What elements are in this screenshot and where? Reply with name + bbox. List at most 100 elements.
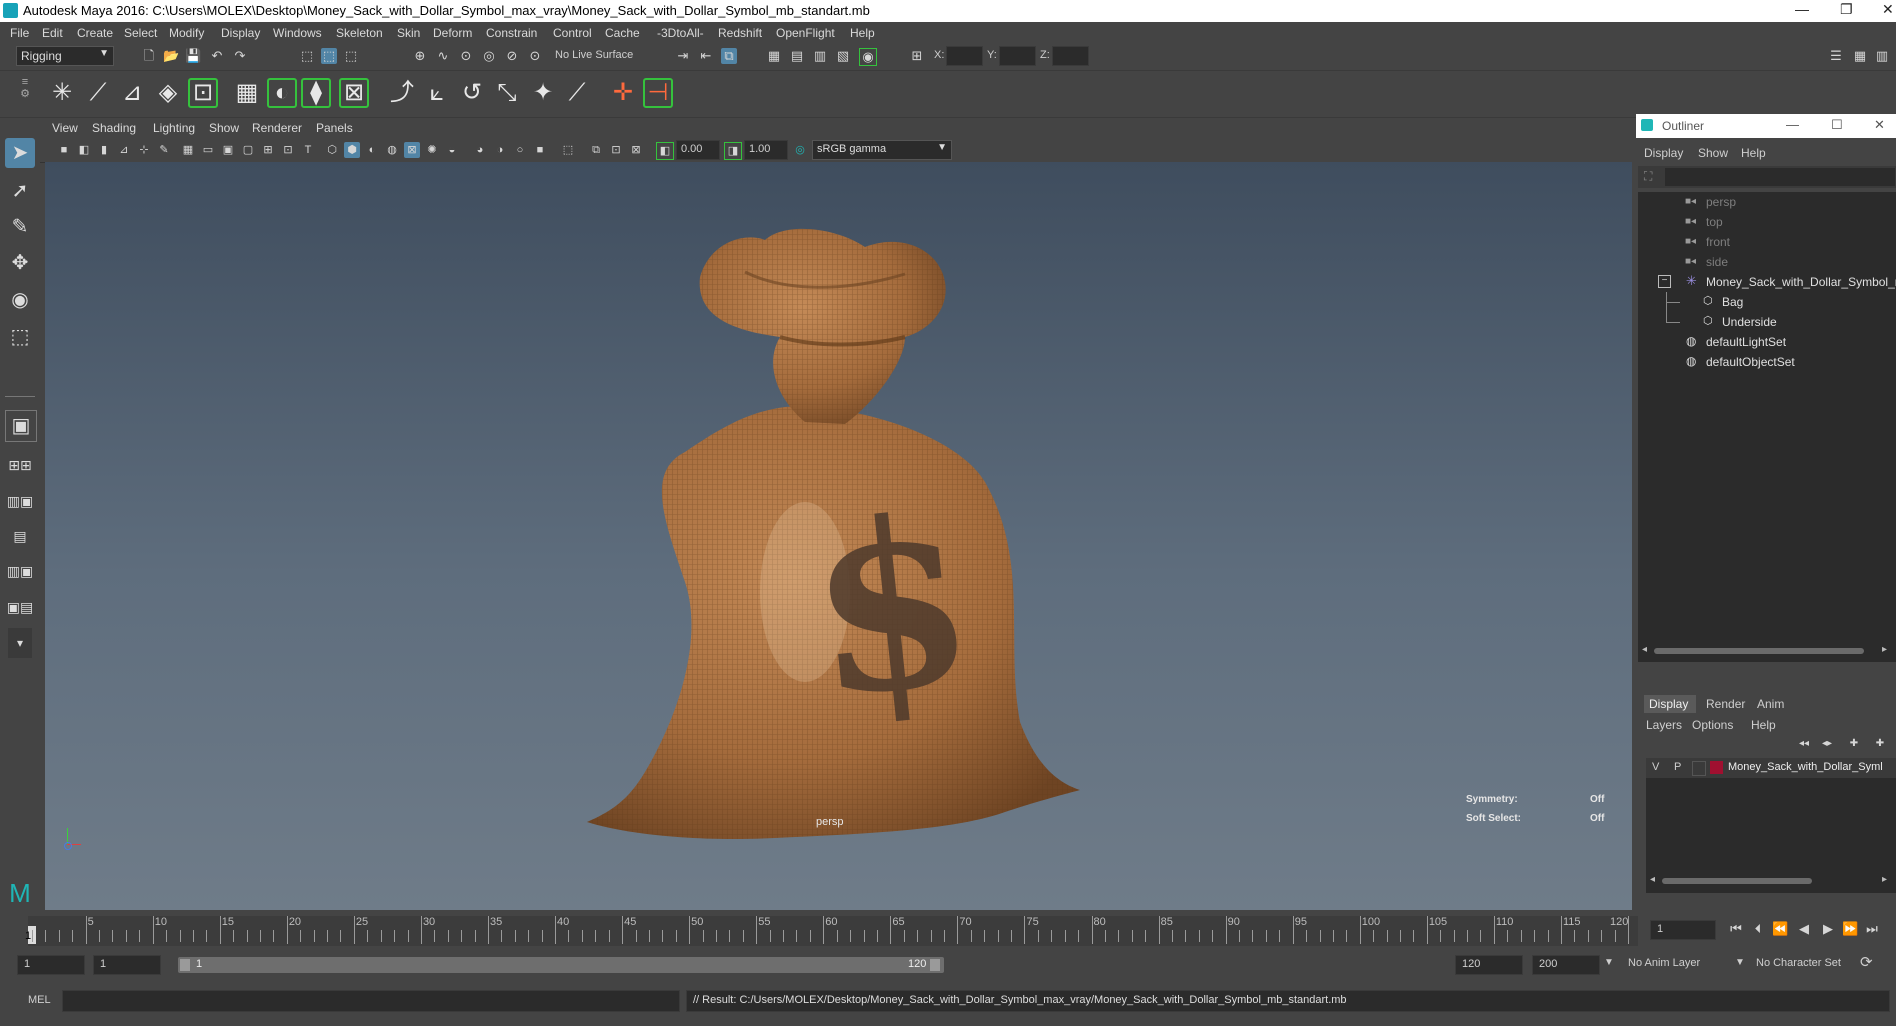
outliner-menu-help[interactable]: Help <box>1741 146 1766 160</box>
outliner-item-default-object-set[interactable]: ◍ defaultObjectSet <box>1638 352 1896 372</box>
bookmark-icon[interactable]: ▮ <box>96 142 112 158</box>
use-all-lights-icon[interactable]: ⊠ <box>404 142 420 158</box>
new-scene-icon[interactable]: 🗋 <box>141 48 157 64</box>
anti-aliasing-icon[interactable]: ◑ <box>492 142 508 158</box>
depth-of-field-icon[interactable]: ○ <box>512 142 528 158</box>
ambient-occlusion-icon[interactable]: ◒ <box>444 142 460 158</box>
select-hierarchy-icon[interactable]: ⬚ <box>299 48 315 64</box>
outliner-h-scrollbar[interactable]: ◂ ▸ <box>1642 644 1892 656</box>
menu-set-dropdown[interactable]: Rigging ▼ <box>16 46 114 66</box>
outliner-minimize-button[interactable]: — <box>1786 117 1799 132</box>
scrollbar-thumb[interactable] <box>1662 878 1812 884</box>
tab-display[interactable]: Display <box>1644 695 1696 713</box>
panel-menu-shading[interactable]: Shading <box>92 121 136 135</box>
go-to-start-icon[interactable]: ⏮ <box>1728 921 1744 937</box>
gamma-field[interactable]: 1.00 <box>744 140 788 160</box>
menu-redshift[interactable]: Redshift <box>718 26 762 40</box>
layer-row[interactable]: V P Money_Sack_with_Dollar_Syml <box>1646 758 1896 778</box>
rotate-tool-icon[interactable]: ◉ <box>5 285 35 315</box>
gamma-icon[interactable]: ◨ <box>724 142 742 160</box>
redo-icon[interactable]: ↷ <box>232 48 248 64</box>
aim-constraint-icon[interactable]: ✦ <box>528 78 558 108</box>
skin-bind-icon[interactable]: ◈ <box>153 78 183 108</box>
scale-tool-icon[interactable]: ⬚ <box>5 322 35 352</box>
textured-icon[interactable]: ◍ <box>384 142 400 158</box>
outliner-item-front[interactable]: ■◂ front <box>1638 232 1896 252</box>
menu-deform[interactable]: Deform <box>433 26 472 40</box>
save-scene-icon[interactable]: 💾 <box>185 48 201 64</box>
step-back-key-icon[interactable]: ⏴ <box>1750 921 1766 937</box>
new-layer-selected-icon[interactable]: ✚ <box>1872 736 1888 752</box>
grid-icon[interactable]: ▦ <box>180 142 196 158</box>
wrap-deformer-icon[interactable]: ◐ <box>267 78 297 108</box>
move-tool-icon[interactable]: ✥ <box>5 248 35 278</box>
y-field[interactable] <box>999 46 1036 66</box>
2d-pan-icon[interactable]: ⊹ <box>136 142 152 158</box>
panel-menu-view[interactable]: View <box>52 121 78 135</box>
camera-icon[interactable]: ■ <box>56 142 72 158</box>
field-chart-icon[interactable]: ⊞ <box>260 142 276 158</box>
persp-graph-layout-icon[interactable]: ▣▤ <box>5 592 35 622</box>
undo-icon[interactable]: ↶ <box>209 48 225 64</box>
range-slider[interactable]: 1 120 <box>178 957 944 973</box>
restore-button[interactable]: ❐ <box>1840 1 1853 18</box>
z-field[interactable] <box>1052 46 1089 66</box>
make-live-icon[interactable]: ⊙ <box>527 48 543 64</box>
xray-joints-icon[interactable]: ⧉ <box>588 142 604 158</box>
menu-edit[interactable]: Edit <box>42 26 63 40</box>
panel-menu-panels[interactable]: Panels <box>316 121 353 135</box>
menu-openflight[interactable]: OpenFlight <box>776 26 835 40</box>
safe-title-icon[interactable]: T <box>300 142 316 158</box>
cluster-icon[interactable]: ⊡ <box>188 78 218 108</box>
current-frame-field[interactable]: 1 <box>1650 920 1716 940</box>
channel-box-icon[interactable]: ▥ <box>1874 48 1890 64</box>
orient-constraint-icon[interactable]: ↺ <box>457 78 487 108</box>
outliner-item-side[interactable]: ■◂ side <box>1638 252 1896 272</box>
menu-help[interactable]: Help <box>850 26 875 40</box>
menu-skeleton[interactable]: Skeleton <box>336 26 383 40</box>
safe-action-icon[interactable]: ⊡ <box>280 142 296 158</box>
menu-skin[interactable]: Skin <box>397 26 420 40</box>
mirror-joint-icon[interactable]: ⊣ <box>643 78 673 108</box>
outliner-item-underside[interactable]: ⬡ Underside <box>1638 312 1896 332</box>
auto-key-icon[interactable]: ⟳ <box>1860 953 1873 971</box>
collapse-icon[interactable]: − <box>1658 275 1671 288</box>
outliner-item-money-sack-group[interactable]: − ✳ Money_Sack_with_Dollar_Symbol_ncl <box>1638 272 1896 292</box>
tab-render[interactable]: Render <box>1706 697 1745 711</box>
xray-icon[interactable]: ⬚ <box>560 142 576 158</box>
layer-playback-toggle[interactable]: P <box>1674 761 1681 773</box>
render-frame-icon[interactable]: ▤ <box>789 48 805 64</box>
play-forward-icon[interactable]: ▶ <box>1820 921 1836 937</box>
create-joint-icon[interactable]: ✳ <box>47 78 77 108</box>
outliner-item-default-light-set[interactable]: ◍ defaultLightSet <box>1638 332 1896 352</box>
start-time-field[interactable]: 1 <box>17 955 85 975</box>
tool-settings-icon[interactable]: ▦ <box>1852 48 1868 64</box>
joint-tool-icon[interactable]: ✛ <box>608 78 638 108</box>
sculpt-deformer-icon[interactable]: ⧫ <box>301 78 331 108</box>
smooth-shade-icon[interactable]: ⬢ <box>344 142 360 158</box>
snap-point-icon[interactable]: ⊙ <box>458 48 474 64</box>
transform-mode-icon[interactable]: ⊞ <box>909 48 925 64</box>
backface-icon[interactable]: ⊠ <box>628 142 644 158</box>
play-backward-icon[interactable]: ◀ <box>1796 921 1812 937</box>
scroll-left-icon[interactable]: ◂ <box>1650 874 1655 885</box>
anim-layer-dropdown[interactable]: No Anim Layer <box>1628 957 1700 969</box>
chevron-down-icon[interactable]: ▼ <box>1735 957 1745 968</box>
view-transform-dropdown[interactable]: sRGB gamma ▼ <box>812 140 952 160</box>
input-ops-icon[interactable]: ⇥ <box>675 48 691 64</box>
hypershade-icon[interactable]: ◉ <box>859 48 877 66</box>
step-back-frame-icon[interactable]: ⏪ <box>1772 921 1788 937</box>
range-slider-start-handle[interactable] <box>180 959 190 971</box>
layer-reference-toggle[interactable] <box>1692 761 1706 776</box>
lasso-tool-icon[interactable]: ➚ <box>5 176 35 206</box>
xray-components-icon[interactable]: ⊡ <box>608 142 624 158</box>
time-slider-ruler[interactable]: 1 5 10 15 20 25 30 35 40 45 50 55 60 65 70 75 80 85 90 95 1… <box>25 916 1638 946</box>
menu-modify[interactable]: Modify <box>169 26 204 40</box>
shadows-icon[interactable]: ✺ <box>424 142 440 158</box>
outliner-item-top[interactable]: ■◂ top <box>1638 212 1896 232</box>
menu-windows[interactable]: Windows <box>273 26 322 40</box>
layers-menu-options[interactable]: Options <box>1692 718 1733 732</box>
menu-display[interactable]: Display <box>221 26 260 40</box>
wire-deformer-icon[interactable]: ⊠ <box>339 78 369 108</box>
layout-more-button[interactable]: ▾ <box>8 628 32 658</box>
